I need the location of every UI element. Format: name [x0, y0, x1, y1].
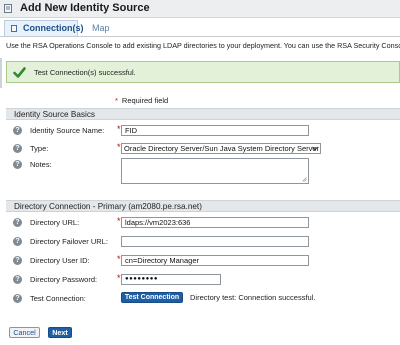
required-star: * — [117, 124, 121, 134]
section-title: Directory Connection - Primary (am2080.p… — [14, 202, 202, 211]
page-icon — [4, 4, 12, 13]
resize-grip-icon[interactable] — [302, 177, 307, 182]
tabs-bar: Connection(s) Map — [0, 18, 400, 37]
password-input[interactable]: ●●●●●●●● — [121, 274, 221, 285]
title-bar: Add New Identity Source — [0, 0, 400, 18]
user-id-input[interactable]: cn=Directory Manager — [121, 255, 309, 266]
row-test-connection: ? Test Connection: Test Connection Direc… — [6, 292, 400, 306]
section-title: Identity Source Basics — [14, 110, 96, 119]
type-select[interactable]: Oracle Directory Server/Sun Java System … — [121, 143, 321, 154]
row-directory-url: ? Directory URL: * ldaps://vm2023:636 — [6, 216, 400, 230]
row-type: ? Type: * Oracle Directory Server/Sun Ja… — [6, 142, 400, 156]
field-label: Test Connection: — [30, 294, 86, 303]
required-star: * — [115, 96, 118, 105]
help-icon[interactable]: ? — [13, 237, 22, 246]
help-icon[interactable]: ? — [13, 294, 22, 303]
field-label: Directory User ID: — [30, 256, 90, 265]
next-button[interactable]: Next — [48, 327, 72, 338]
type-select-value: Oracle Directory Server/Sun Java System … — [124, 144, 320, 153]
test-result: Directory test: Connection successful. — [190, 293, 316, 302]
page-title: Add New Identity Source — [20, 2, 150, 14]
cancel-button[interactable]: Cancel — [9, 327, 40, 338]
row-password: ? Directory Password: * ●●●●●●●● — [6, 273, 400, 287]
tab-map[interactable]: Map — [92, 23, 110, 33]
section-directory-connection: Directory Connection - Primary (am2080.p… — [6, 200, 400, 212]
checkmark-icon — [13, 67, 26, 78]
directory-url-input[interactable]: ldaps://vm2023:636 — [121, 217, 309, 228]
required-note-text: Required field — [121, 96, 169, 105]
identity-name-input[interactable]: FID — [121, 125, 309, 136]
tab-connections-label: Connection(s) — [23, 23, 84, 33]
success-message: Test Connection(s) successful. — [34, 68, 136, 77]
help-icon[interactable]: ? — [13, 218, 22, 227]
left-divider — [0, 58, 2, 88]
row-failover-url: ? Directory Failover URL: — [6, 235, 400, 249]
connection-icon — [11, 25, 17, 32]
success-banner: Test Connection(s) successful. — [6, 61, 400, 83]
required-star: * — [117, 273, 121, 283]
section-identity-basics: Identity Source Basics — [6, 108, 400, 120]
field-label: Directory URL: — [30, 218, 80, 227]
tab-connections[interactable]: Connection(s) — [4, 20, 84, 36]
row-user-id: ? Directory User ID: * cn=Directory Mana… — [6, 254, 400, 268]
help-icon[interactable]: ? — [13, 126, 22, 135]
required-star: * — [117, 216, 121, 226]
help-icon[interactable]: ? — [13, 144, 22, 153]
field-label: Type: — [30, 144, 49, 153]
help-icon[interactable]: ? — [13, 256, 22, 265]
field-label: Directory Password: — [30, 275, 98, 284]
required-star: * — [117, 142, 121, 152]
help-icon[interactable]: ? — [13, 275, 22, 284]
field-label: Identity Source Name: — [30, 126, 105, 135]
field-label: Directory Failover URL: — [30, 237, 108, 246]
required-star: * — [117, 254, 121, 264]
failover-url-input[interactable] — [121, 236, 309, 247]
row-identity-name: ? Identity Source Name: * FID — [6, 124, 400, 138]
help-icon[interactable]: ? — [13, 160, 22, 169]
field-label: Notes: — [30, 160, 52, 169]
required-note: * Required field — [115, 96, 168, 105]
test-connection-button[interactable]: Test Connection — [121, 292, 183, 303]
intro-text: Use the RSA Operations Console to add ex… — [6, 41, 400, 50]
notes-textarea[interactable] — [121, 158, 309, 184]
chevron-down-icon — [312, 146, 318, 151]
